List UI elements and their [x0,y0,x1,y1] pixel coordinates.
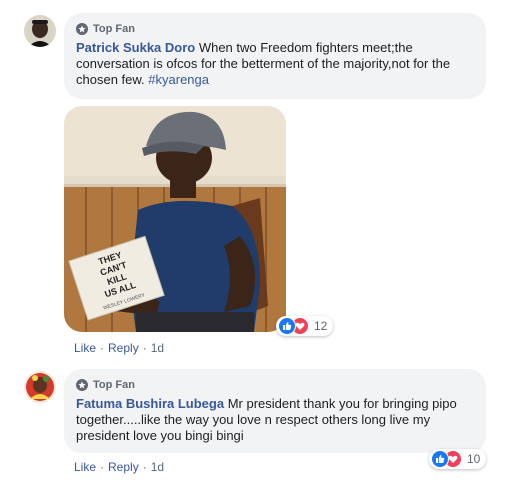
timestamp-link[interactable]: 1d [151,460,164,474]
reaction-summary[interactable]: 12 [276,316,334,336]
comment-actions: Like · Reply · 1d [74,341,164,355]
badge-label: Top Fan [93,23,135,35]
author-name-link[interactable]: Fatuma Bushira Lubega [76,396,224,411]
avatar[interactable] [24,15,56,47]
top-fan-badge: Top Fan [76,21,474,37]
separator-dot: · [100,341,105,355]
separator-dot: · [100,460,105,474]
attached-photo[interactable]: THEY CAN'T KILL US ALL WESLEY LOWERY [64,106,286,332]
top-fan-star-icon [76,23,88,35]
reply-link[interactable]: Reply [108,460,139,474]
top-fan-star-icon [76,379,88,391]
comment-bubble: Top Fan Patrick Sukka Doro When two Free… [64,13,486,99]
comment-text: Patrick Sukka Doro When two Freedom figh… [76,40,474,88]
timestamp-link[interactable]: 1d [151,341,164,355]
comment-actions: Like · Reply · 1d [74,460,164,474]
reaction-count: 10 [467,452,481,466]
hashtag-link[interactable]: #kyarenga [148,72,209,87]
like-link[interactable]: Like [74,460,96,474]
avatar[interactable] [24,371,56,403]
like-link[interactable]: Like [74,341,96,355]
badge-label: Top Fan [93,379,135,391]
reply-link[interactable]: Reply [108,341,139,355]
reaction-count: 12 [314,319,328,333]
author-name-link[interactable]: Patrick Sukka Doro [76,40,195,55]
comment-bubble: Top Fan Fatuma Bushira Lubega Mr preside… [64,369,486,453]
like-icon [431,450,449,468]
reaction-summary[interactable]: 10 [429,449,487,469]
comment-text: Fatuma Bushira Lubega Mr president thank… [76,396,474,444]
separator-dot: · [142,341,147,355]
separator-dot: · [142,460,147,474]
top-fan-badge: Top Fan [76,377,474,393]
like-icon [278,317,296,335]
